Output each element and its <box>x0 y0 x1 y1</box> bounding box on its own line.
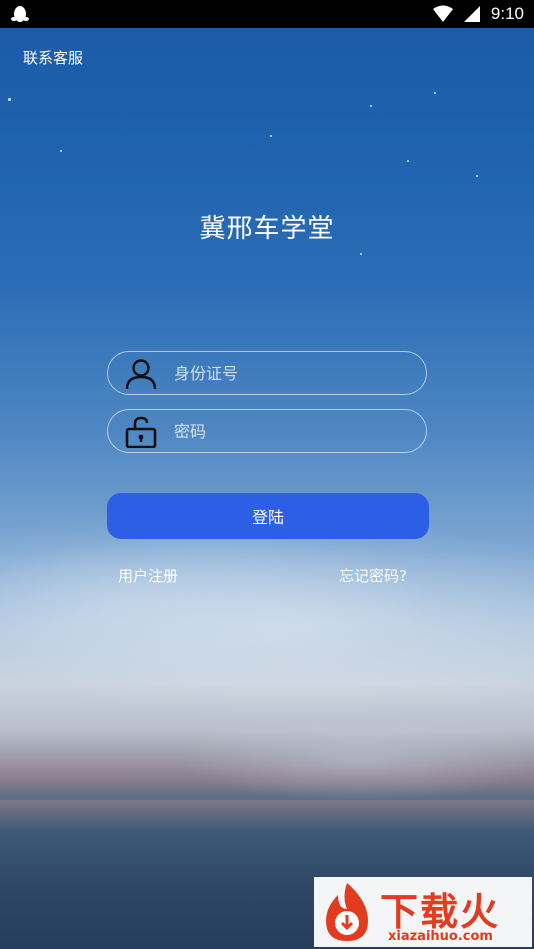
flame-logo-icon <box>326 883 368 941</box>
forgot-password-link[interactable]: 忘记密码? <box>339 565 407 586</box>
watermark-url: xiazaihuo.com <box>388 929 493 944</box>
star <box>360 253 362 255</box>
star <box>407 160 409 162</box>
user-icon <box>125 359 157 390</box>
register-link[interactable]: 用户注册 <box>118 565 178 586</box>
star <box>434 92 436 94</box>
app-title: 冀邢车学堂 <box>199 214 335 244</box>
login-button[interactable]: 登陆 <box>107 493 429 539</box>
status-bar: 9:10 <box>0 0 534 28</box>
password-field[interactable] <box>107 409 427 453</box>
star <box>370 105 372 107</box>
signal-icon <box>463 6 480 22</box>
watermark-brand: 下载火 <box>380 890 501 934</box>
status-time: 9:10 <box>490 4 524 23</box>
id-number-input[interactable] <box>172 352 416 395</box>
unlock-icon <box>125 416 157 448</box>
star <box>476 175 478 177</box>
star <box>8 98 11 101</box>
star <box>60 150 62 152</box>
wifi-icon <box>432 5 453 22</box>
password-input[interactable] <box>172 410 416 453</box>
id-number-field[interactable] <box>107 351 427 395</box>
star <box>270 135 272 137</box>
qq-penguin-icon <box>11 6 29 22</box>
watermark-logo: 下载火 xiazaihuo.com <box>314 877 532 947</box>
contact-support-link[interactable]: 联系客服 <box>23 47 83 68</box>
